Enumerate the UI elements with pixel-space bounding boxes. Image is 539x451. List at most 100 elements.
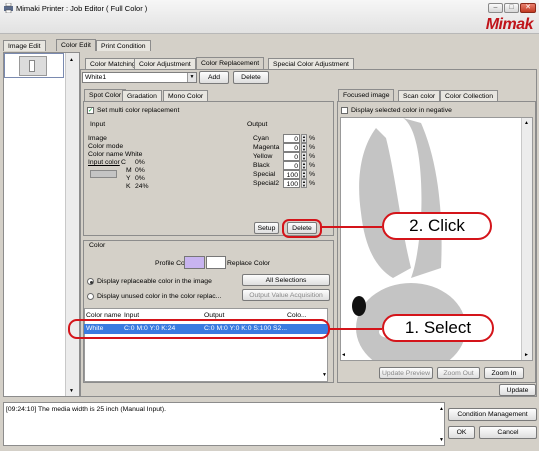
output-label: Special [253, 171, 276, 178]
chevron-down-icon[interactable]: ▼ [187, 73, 196, 82]
preview-scroll-up-icon[interactable]: ▲ [524, 120, 529, 126]
color-name-label: Color name White [88, 151, 143, 158]
delete-color-button[interactable]: Delete [233, 71, 269, 84]
replace-color-label: Replace Color [227, 260, 271, 267]
percent-unit: % [309, 144, 316, 151]
output-value-acquisition-button[interactable]: Output Value Acquisition [242, 289, 330, 301]
maximize-button[interactable]: □ [504, 3, 519, 13]
c-value: 0% [135, 159, 145, 166]
k-value: 24% [135, 183, 149, 190]
input-color-swatch [90, 170, 117, 178]
tab-image-edit[interactable]: Image Edit [3, 40, 46, 51]
output-value-field[interactable]: 0 [283, 161, 300, 170]
log-scroll-up-icon[interactable]: ▲ [439, 406, 444, 412]
update-button[interactable]: Update [499, 384, 536, 396]
preview-scrollbar[interactable] [521, 118, 532, 360]
negative-checkbox[interactable] [341, 107, 348, 114]
tab-color-collection[interactable]: Color Collection [440, 90, 498, 101]
preview-scroll-right-icon[interactable]: ► [524, 352, 529, 358]
add-button[interactable]: Add [199, 71, 229, 84]
scroll-up-icon[interactable]: ▲ [69, 57, 74, 63]
tab-mono-color[interactable]: Mono Color [163, 90, 209, 101]
printer-app-icon [4, 3, 13, 13]
col-header-input[interactable]: Input [124, 312, 139, 319]
tab-color-matching[interactable]: Color Matching [85, 58, 141, 69]
tab-print-condition[interactable]: Print Condition [96, 40, 151, 51]
output-label: Black [253, 162, 270, 169]
input-color-label: Input color [88, 159, 120, 166]
output-label: Yellow [253, 153, 273, 160]
log-message: [09:24:10] The media width is 25 inch (M… [6, 406, 167, 413]
minimize-button[interactable]: – [488, 3, 503, 13]
spinner-icon[interactable]: ▲ ▼ [301, 170, 307, 179]
zoom-out-button[interactable]: Zoom Out [437, 367, 480, 379]
display-unused-label: Display unused color in the color replac… [97, 293, 222, 300]
tab-spot-color[interactable]: Spot Color [84, 89, 127, 101]
col-header-color[interactable]: Colo... [287, 312, 307, 319]
spinner-icon[interactable]: ▲ ▼ [301, 161, 307, 170]
spinner-icon[interactable]: ▲ ▼ [301, 134, 307, 143]
m-value: 0% [135, 167, 145, 174]
zoom-in-button[interactable]: Zoom In [484, 367, 524, 379]
tab-color-adjustment[interactable]: Color Adjustment [134, 58, 196, 69]
all-selections-button[interactable]: All Selections [242, 274, 330, 286]
multi-replace-checkbox[interactable]: ✓ [87, 107, 94, 114]
window-title: Mimaki Printer : Job Editor ( Full Color… [16, 4, 148, 13]
spinner-icon[interactable]: ▲ ▼ [301, 143, 307, 152]
percent-unit: % [309, 153, 316, 160]
multi-replace-label: Set multi color replacement [97, 107, 180, 114]
close-button[interactable]: ✕ [520, 3, 536, 13]
tab-color-replacement[interactable]: Color Replacement [196, 57, 265, 69]
select-highlight [68, 319, 330, 339]
output-value-field[interactable]: 0 [283, 134, 300, 143]
update-preview-button[interactable]: Update Preview [379, 367, 433, 379]
negative-label: Display selected color in negative [351, 107, 452, 114]
cancel-button[interactable]: Cancel [479, 426, 537, 439]
click-callout: 2. Click [382, 212, 492, 240]
thumbnail-scrollbar[interactable] [65, 53, 79, 396]
display-replaceable-radio[interactable] [87, 278, 94, 285]
c-label: C [121, 159, 126, 166]
percent-unit: % [309, 135, 316, 142]
tab-special-color-adjustment[interactable]: Special Color Adjustment [268, 58, 354, 69]
click-highlight [282, 219, 322, 238]
output-header: Output [247, 121, 268, 128]
select-callout: 1. Select [382, 314, 494, 342]
spinner-icon[interactable]: ▲ ▼ [301, 179, 307, 188]
ok-button[interactable]: OK [448, 426, 475, 439]
tab-scan-color[interactable]: Scan color [398, 90, 441, 101]
tab-gradation[interactable]: Gradation [122, 90, 162, 101]
profile-color-swatch[interactable] [184, 256, 205, 269]
input-header: Input [90, 121, 106, 128]
replace-color-swatch[interactable] [206, 256, 226, 269]
output-label: Cyan [253, 135, 269, 142]
click-connector [322, 226, 382, 228]
output-value-field[interactable]: 100 [283, 179, 300, 188]
k-label: K [126, 183, 131, 190]
preview-scroll-left-icon[interactable]: ◄ [341, 352, 346, 358]
color-header: Color [89, 242, 106, 249]
tab-color-edit[interactable]: Color Edit [56, 39, 96, 51]
m-label: M [126, 167, 132, 174]
display-replaceable-label: Display replaceable color in the image [97, 278, 212, 285]
thumbnail-item[interactable] [4, 53, 64, 78]
select-connector [330, 328, 382, 330]
spinner-icon[interactable]: ▲ ▼ [301, 152, 307, 161]
log-scroll-down-icon[interactable]: ▼ [439, 437, 444, 443]
percent-unit: % [309, 180, 316, 187]
output-value-field[interactable]: 100 [283, 170, 300, 179]
output-label: Special2 [253, 180, 280, 187]
col-header-color-name[interactable]: Color name [86, 312, 121, 319]
condition-management-button[interactable]: Condition Management [448, 408, 537, 421]
display-unused-radio[interactable] [87, 293, 94, 300]
output-value-field[interactable]: 0 [283, 143, 300, 152]
tab-focused-image[interactable]: Focused image [338, 89, 395, 101]
y-label: Y [126, 175, 131, 182]
scroll-down-icon[interactable]: ▼ [69, 388, 74, 394]
color-select[interactable]: White1 [82, 72, 197, 83]
output-value-field[interactable]: 0 [283, 152, 300, 161]
col-header-output[interactable]: Output [204, 312, 224, 319]
setup-button[interactable]: Setup [254, 222, 279, 234]
table-scroll-down-icon[interactable]: ▼ [322, 372, 327, 378]
output-label: Magenta [253, 144, 280, 151]
